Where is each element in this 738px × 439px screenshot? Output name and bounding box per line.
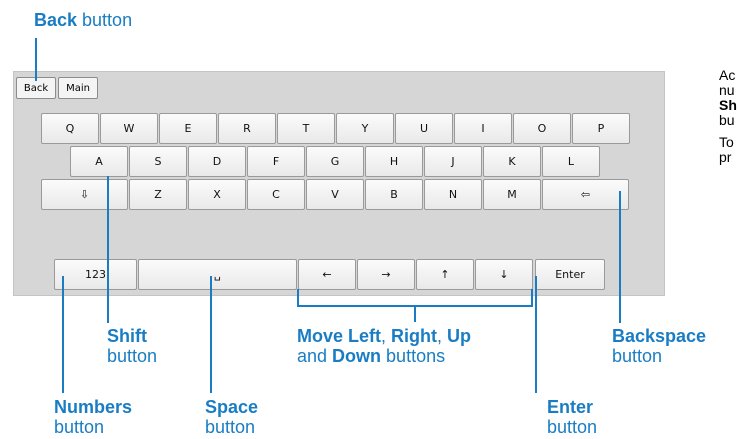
side-p2-line2: pr xyxy=(719,149,732,165)
callout-move-and: and xyxy=(297,346,333,366)
key-t[interactable]: T xyxy=(277,113,335,144)
key-z[interactable]: Z xyxy=(129,179,187,210)
space-button-callout: Space button xyxy=(205,397,258,437)
callout-move-sep2: , xyxy=(437,326,448,346)
callout-space-rest: button xyxy=(205,417,256,437)
key-i[interactable]: I xyxy=(454,113,512,144)
key-o[interactable]: O xyxy=(513,113,571,144)
key-x[interactable]: X xyxy=(188,179,246,210)
side-p1-line2: nu xyxy=(719,82,735,98)
enter-button-callout: Enter button xyxy=(547,397,597,437)
back-button[interactable]: Back xyxy=(16,77,56,99)
move-down-key[interactable]: ↓ xyxy=(475,259,533,290)
key-n[interactable]: N xyxy=(424,179,482,210)
callout-move-left-bold: Move Left xyxy=(297,326,382,346)
key-q[interactable]: Q xyxy=(41,113,99,144)
key-w[interactable]: W xyxy=(100,113,158,144)
key-v[interactable]: V xyxy=(306,179,364,210)
move-left-key[interactable]: ← xyxy=(298,259,356,290)
callout-move-up-bold: Up xyxy=(447,326,472,346)
key-j[interactable]: J xyxy=(424,146,482,177)
side-paragraph-1: Ac nu Sh bu xyxy=(719,68,737,128)
side-p1-line3: Sh xyxy=(719,97,737,113)
key-k[interactable]: K xyxy=(483,146,541,177)
callout-enter-rest: button xyxy=(547,417,598,437)
callout-move-right-bold: Right xyxy=(391,326,438,346)
callout-shift-bold: Shift xyxy=(107,326,147,346)
move-up-key[interactable]: ↑ xyxy=(416,259,474,290)
callout-move-sep1: , xyxy=(381,326,392,346)
side-p1-line4: bu xyxy=(719,112,735,128)
callout-back-rest: button xyxy=(77,10,133,30)
callout-move-buttons-text: buttons xyxy=(381,346,446,366)
key-h[interactable]: H xyxy=(365,146,423,177)
callout-move-down-bold: Down xyxy=(332,346,382,366)
side-paragraph-2: To pr xyxy=(719,135,734,165)
key-f[interactable]: F xyxy=(247,146,305,177)
key-y[interactable]: Y xyxy=(336,113,394,144)
side-p2-line1: To xyxy=(719,134,734,150)
key-d[interactable]: D xyxy=(188,146,246,177)
key-b[interactable]: B xyxy=(365,179,423,210)
key-p[interactable]: P xyxy=(572,113,630,144)
callout-shift-rest: button xyxy=(107,346,158,366)
key-u[interactable]: U xyxy=(395,113,453,144)
space-key[interactable]: ␣ xyxy=(138,259,297,290)
move-buttons-callout: Move Left, Right, Up and Down buttons xyxy=(297,326,471,366)
enter-key[interactable]: Enter xyxy=(535,259,605,290)
key-m[interactable]: M xyxy=(483,179,541,210)
main-button[interactable]: Main xyxy=(58,77,98,99)
backspace-button-callout: Backspace button xyxy=(612,326,706,366)
key-r[interactable]: R xyxy=(218,113,276,144)
key-e[interactable]: E xyxy=(159,113,217,144)
numbers-button-callout: Numbers button xyxy=(54,397,132,437)
backspace-key[interactable]: ⇦ xyxy=(542,179,629,210)
key-l[interactable]: L xyxy=(542,146,600,177)
side-p1-line1: Ac xyxy=(719,67,736,83)
callout-backspace-bold: Backspace xyxy=(612,326,707,346)
move-right-key[interactable]: → xyxy=(357,259,415,290)
callout-enter-bold: Enter xyxy=(547,397,594,417)
key-c[interactable]: C xyxy=(247,179,305,210)
key-g[interactable]: G xyxy=(306,146,364,177)
callout-backspace-rest: button xyxy=(612,346,663,366)
callout-numbers-rest: button xyxy=(54,417,105,437)
callout-back-bold: Back xyxy=(34,10,78,30)
key-a[interactable]: A xyxy=(70,146,128,177)
key-s[interactable]: S xyxy=(129,146,187,177)
shift-key[interactable]: ⇩ xyxy=(41,179,128,210)
callout-numbers-bold: Numbers xyxy=(54,397,133,417)
shift-button-callout: Shift button xyxy=(107,326,157,366)
callout-space-bold: Space xyxy=(205,397,259,417)
back-button-callout: Back button xyxy=(34,10,132,30)
numbers-key[interactable]: 123 xyxy=(54,259,137,290)
